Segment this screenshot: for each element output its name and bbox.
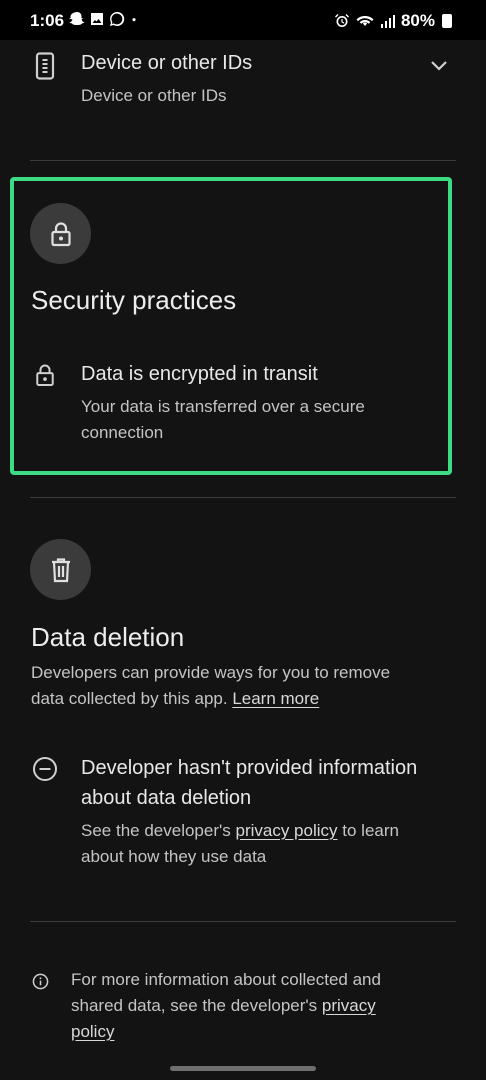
no-deletion-desc-pre: See the developer's — [81, 821, 231, 840]
deletion-desc-line2-wrap: data collected by this app. Learn more — [31, 686, 471, 712]
footer-line1: For more information about collected and — [71, 970, 381, 989]
status-time: 1:06 — [30, 11, 65, 30]
device-ids-title: Device or other IDs — [81, 52, 253, 74]
battery-icon — [442, 14, 452, 28]
alarm-icon — [334, 14, 349, 27]
footer-line3-wrap: policy — [71, 1019, 471, 1045]
status-bar: 1:06 80% — [0, 0, 486, 40]
encryption-desc-line2: connection — [81, 423, 164, 442]
encryption-title: Data is encrypted in transit — [81, 363, 318, 385]
system-icons: 80% — [334, 11, 452, 31]
no-deletion-desc-post: to learn — [342, 821, 399, 840]
deletion-desc-line2: data collected by this app. — [31, 689, 228, 708]
minus-circle-icon — [33, 757, 57, 781]
deletion-desc-line1: Developers can provide ways for you to r… — [31, 663, 391, 682]
device-ids-subtitle: Device or other IDs — [81, 86, 227, 105]
lock-icon — [50, 221, 71, 246]
deletion-desc: Developers can provide ways for you to r… — [31, 660, 471, 712]
deletion-section-title: Data deletion — [31, 622, 185, 652]
gesture-nav-handle[interactable] — [170, 1066, 316, 1071]
no-deletion-title-line2: about data deletion — [81, 787, 252, 809]
battery-percent: 80% — [400, 11, 435, 30]
learn-more-link[interactable]: Learn more — [232, 689, 319, 708]
chevron-down-icon[interactable] — [428, 54, 450, 76]
device-ids-row[interactable]: Device or other IDs Device or other IDs — [0, 40, 486, 160]
footer-policy-link[interactable]: policy — [71, 1022, 114, 1041]
dot-icon — [132, 18, 136, 22]
encryption-desc-line1: Your data is transferred over a secure — [81, 397, 365, 416]
footer-info: For more information about collected and… — [71, 967, 471, 1045]
no-deletion-desc-line1-wrap: See the developer's privacy policy to le… — [81, 818, 481, 844]
footer-line2-wrap: shared data, see the developer's privacy — [71, 993, 471, 1019]
divider — [30, 160, 456, 161]
divider — [30, 497, 456, 498]
wifi-icon — [356, 16, 374, 26]
no-deletion-title-line1: Developer hasn't provided information — [81, 757, 418, 779]
no-deletion-desc-line2: about how they use data — [81, 847, 267, 866]
footer-line2: shared data, see the developer's — [71, 996, 318, 1015]
lock-icon — [36, 364, 54, 387]
privacy-policy-link[interactable]: privacy policy — [235, 821, 337, 840]
security-icon-circle — [30, 203, 91, 264]
whatsapp-icon — [110, 11, 125, 26]
signal-icon — [380, 15, 395, 28]
notification-icons — [69, 11, 139, 27]
footer-privacy-link[interactable]: privacy — [322, 996, 376, 1015]
security-section-title: Security practices — [31, 285, 237, 315]
trash-icon — [51, 557, 70, 582]
info-icon — [32, 973, 49, 990]
no-deletion-desc: See the developer's privacy policy to le… — [81, 818, 481, 870]
gallery-icon — [91, 13, 103, 25]
snapchat-icon — [69, 12, 85, 25]
deletion-icon-circle — [30, 539, 91, 600]
divider — [30, 921, 456, 922]
phone-icon — [35, 52, 55, 80]
